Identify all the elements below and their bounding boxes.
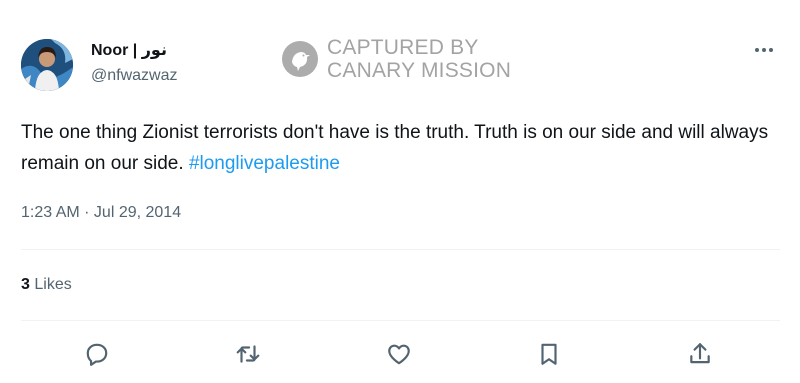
reply-icon [86, 343, 108, 366]
share-button[interactable] [682, 336, 718, 372]
bookmark-button[interactable] [531, 336, 567, 372]
action-bar [0, 336, 800, 372]
divider [21, 320, 780, 321]
reply-button[interactable] [79, 336, 115, 372]
retweet-button[interactable] [230, 336, 266, 372]
divider [21, 249, 780, 250]
share-icon [690, 343, 710, 364]
likes-label: Likes [34, 276, 72, 293]
canary-bird-logo-icon [282, 41, 318, 77]
display-name[interactable]: Noor | نور [91, 40, 167, 60]
retweet-icon [236, 345, 260, 363]
more-options-button[interactable] [750, 40, 778, 60]
watermark-line-2: CANARY MISSION [327, 59, 512, 82]
bookmark-icon [541, 343, 557, 365]
timestamp[interactable]: 1:23 AM · Jul 29, 2014 [21, 204, 181, 222]
avatar[interactable] [21, 39, 73, 91]
likes-stat[interactable]: 3 Likes [21, 276, 72, 294]
watermark-line-1: CAPTURED BY [327, 36, 479, 59]
watermark: CAPTURED BY CANARY MISSION [281, 36, 511, 82]
more-dots-icon [755, 48, 773, 52]
user-handle[interactable]: @nfwazwaz [91, 67, 178, 85]
heart-icon [388, 344, 410, 365]
tweet-text: The one thing Zionist terrorists don't h… [21, 117, 781, 179]
tweet-card: Noor | نور @nfwazwaz CAPTURED BY CANARY … [0, 0, 800, 383]
hashtag-link[interactable]: #longlivepalestine [189, 153, 340, 174]
likes-count: 3 [21, 276, 30, 293]
tweet-body: The one thing Zionist terrorists don't h… [21, 122, 769, 174]
like-button[interactable] [381, 336, 417, 372]
